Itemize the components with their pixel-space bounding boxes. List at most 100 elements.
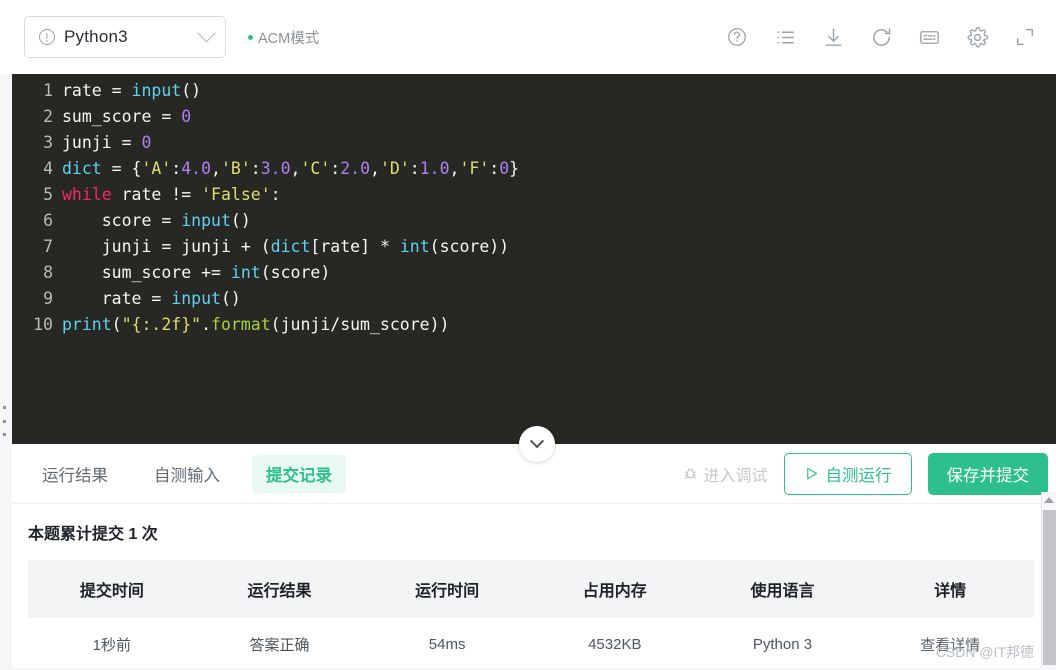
refresh-icon[interactable]	[868, 24, 894, 50]
code-token: = {	[112, 159, 142, 178]
language-select[interactable]: Python3	[24, 16, 226, 58]
code-token: dict	[271, 237, 311, 256]
code-token: }	[509, 159, 519, 178]
self-test-run-button[interactable]: 自测运行	[784, 453, 912, 495]
code-token: while	[62, 185, 122, 204]
code-line: 3junji = 0	[12, 130, 1056, 156]
code-token: /	[330, 315, 340, 334]
line-number: 10	[12, 312, 62, 338]
code-token: 0	[181, 107, 191, 126]
cell-runtime: 54ms	[363, 618, 531, 670]
code-content[interactable]: 1rate = input()2sum_score = 03junji = 04…	[12, 74, 1056, 338]
code-line: 2sum_score = 0	[12, 104, 1056, 130]
code-token: ()	[181, 81, 201, 100]
language-select-label: Python3	[64, 27, 200, 47]
tab-submission-records[interactable]: 提交记录	[252, 455, 346, 493]
watermark: CSDN @IT邦德	[936, 642, 1034, 662]
submission-table: 提交时间 运行结果 运行时间 占用内存 使用语言 详情 1秒前 答案正确 54m…	[28, 560, 1034, 670]
code-token: ,	[211, 159, 221, 178]
code-token: rate	[320, 237, 360, 256]
download-icon[interactable]	[820, 24, 846, 50]
line-number: 9	[12, 286, 62, 312]
code-line: 6 score = input()	[12, 208, 1056, 234]
expand-icon[interactable]	[1012, 24, 1038, 50]
code-token: ] *	[360, 237, 400, 256]
cell-memory: 4532KB	[531, 618, 699, 670]
code-line: 7 junji = junji + (dict[rate] * int(scor…	[12, 234, 1056, 260]
code-token: 0	[499, 159, 509, 178]
code-line: 4dict = {'A':4.0,'B':3.0,'C':2.0,'D':1.0…	[12, 156, 1056, 182]
code-token: !=	[171, 185, 201, 204]
table-row[interactable]: 1秒前 答案正确 54ms 4532KB Python 3 查看详情	[28, 618, 1034, 670]
code-token: print	[62, 315, 112, 334]
code-token: .	[201, 315, 211, 334]
code-token: input	[132, 81, 182, 100]
code-token: :	[330, 159, 340, 178]
code-token: :	[251, 159, 261, 178]
chevron-down-icon	[197, 24, 215, 42]
code-token: ,	[370, 159, 380, 178]
submission-summary: 本题累计提交 1 次	[28, 520, 1040, 544]
code-token: 'D'	[380, 159, 410, 178]
cell-language: Python 3	[699, 618, 867, 670]
self-test-run-label: 自测运行	[826, 462, 892, 486]
handle-dot	[3, 420, 6, 423]
code-token: :	[410, 159, 420, 178]
result-panel: 运行结果 自测输入 提交记录 进入调试 自测运行 保存并提交 本题	[12, 444, 1056, 668]
code-token: (	[430, 237, 440, 256]
scrollbar-thumb[interactable]	[1043, 510, 1056, 665]
code-line: 9 rate = input()	[12, 286, 1056, 312]
code-editor[interactable]: 1rate = input()2sum_score = 03junji = 04…	[12, 74, 1056, 444]
code-token: input	[181, 211, 231, 230]
code-token: ,	[291, 159, 301, 178]
code-token: 3.0	[261, 159, 291, 178]
line-number: 5	[12, 182, 62, 208]
toolbar-icon-group	[724, 24, 1038, 50]
line-number: 8	[12, 260, 62, 286]
resize-handle[interactable]	[3, 406, 9, 436]
panel-body: 本题累计提交 1 次 提交时间 运行结果 运行时间 占用内存 使用语言 详情 1…	[12, 504, 1056, 670]
code-token: sum_score	[340, 315, 429, 334]
code-token: rate	[122, 185, 172, 204]
top-toolbar: Python3 ACM模式	[0, 0, 1056, 74]
save-and-submit-button[interactable]: 保存并提交	[928, 453, 1049, 495]
code-token: =	[112, 81, 132, 100]
code-token: int	[231, 263, 261, 282]
code-token: 'F'	[459, 159, 489, 178]
code-token: ))	[430, 315, 450, 334]
list-icon[interactable]	[772, 24, 798, 50]
column-header-detail: 详情	[866, 560, 1034, 618]
code-token: +=	[201, 263, 231, 282]
code-token: 'A'	[141, 159, 171, 178]
code-token: score	[271, 263, 321, 282]
handle-dot	[3, 433, 6, 436]
code-token: 0	[141, 133, 151, 152]
code-token: ,	[450, 159, 460, 178]
status-badge: 答案正确	[196, 618, 364, 670]
code-token: =	[161, 237, 181, 256]
tab-run-result[interactable]: 运行结果	[28, 455, 122, 493]
column-header-memory: 占用内存	[531, 560, 699, 618]
vertical-scrollbar[interactable]	[1041, 492, 1056, 668]
code-token: ))	[489, 237, 509, 256]
code-token: =	[122, 133, 142, 152]
enter-debug-button[interactable]: 进入调试	[682, 462, 767, 486]
tab-self-test-input[interactable]: 自测输入	[140, 455, 234, 493]
settings-icon[interactable]	[964, 24, 990, 50]
acm-mode-indicator: ACM模式	[248, 27, 319, 48]
help-icon[interactable]	[724, 24, 750, 50]
code-token: "{:.2f}"	[122, 315, 201, 334]
bug-icon	[682, 465, 699, 482]
chevron-down-icon	[530, 434, 544, 448]
enter-debug-label: 进入调试	[703, 462, 767, 486]
collapse-editor-button[interactable]	[519, 426, 555, 462]
shortcut-icon[interactable]	[916, 24, 942, 50]
code-line: 10print("{:.2f}".format(junji/sum_score)…	[12, 312, 1056, 338]
acm-mode-label: ACM模式	[258, 27, 319, 48]
code-token: format	[211, 315, 271, 334]
code-token: input	[171, 289, 221, 308]
code-line: 5while rate != 'False':	[12, 182, 1056, 208]
scroll-up-arrow-icon[interactable]	[1044, 497, 1054, 503]
code-token: 4.0	[181, 159, 211, 178]
line-number: 2	[12, 104, 62, 130]
